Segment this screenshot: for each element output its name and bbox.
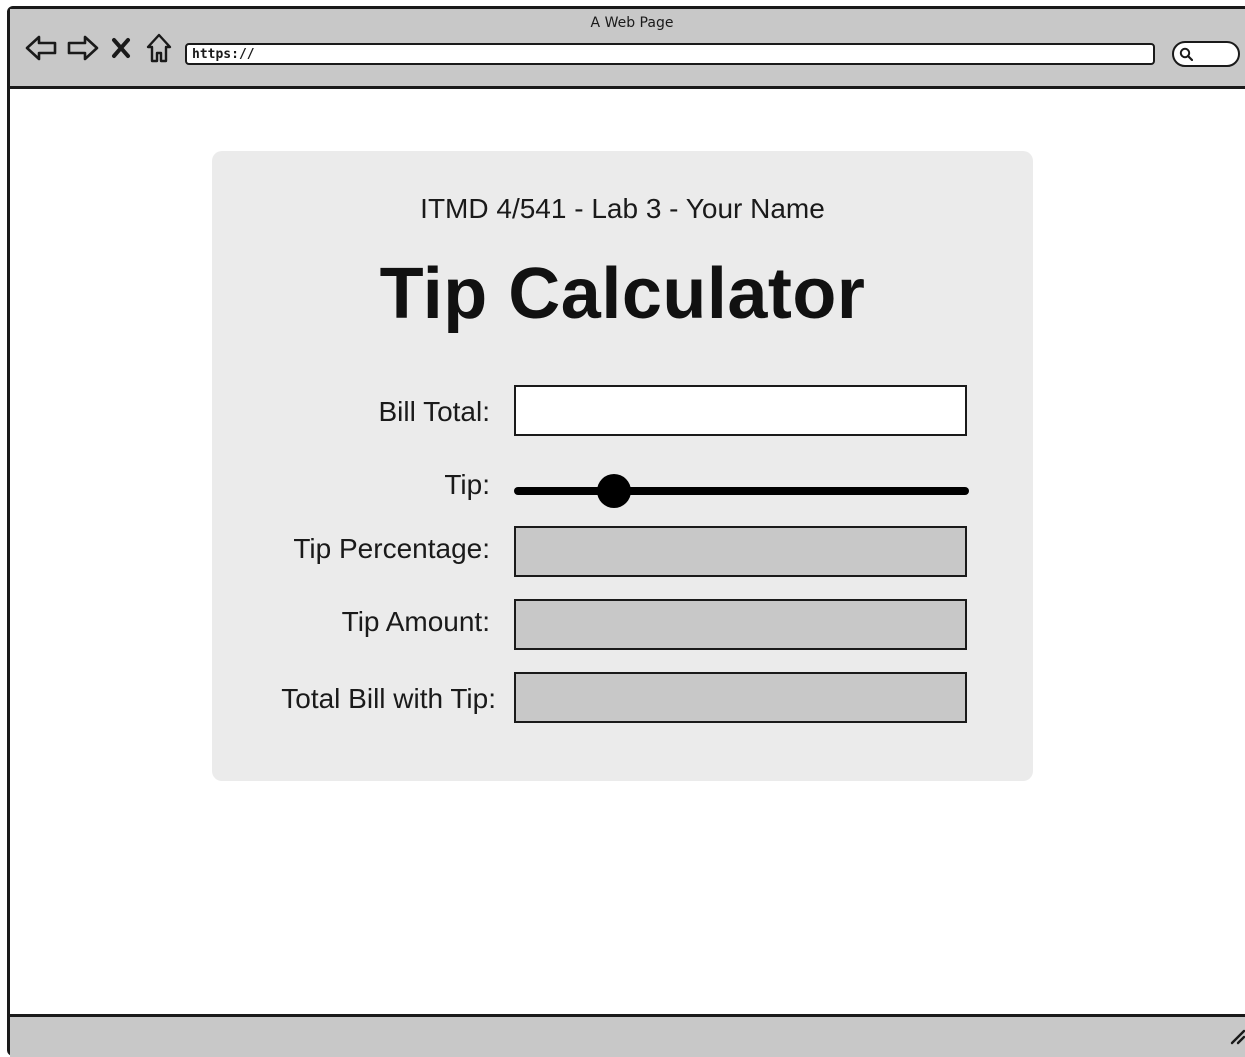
nav-buttons	[24, 31, 176, 65]
url-input[interactable]	[185, 43, 1155, 65]
tip-slider-thumb[interactable]	[597, 474, 632, 508]
tip-label: Tip:	[444, 469, 490, 500]
tip-slider-track	[514, 487, 969, 495]
tip-amount-output	[514, 599, 967, 650]
tip-slider[interactable]	[514, 474, 969, 508]
window-title: A Web Page	[590, 15, 674, 31]
tip-percentage-output	[514, 526, 967, 577]
browser-window: A Web Page https:// ITMD 4/541 - Lab 3 -…	[7, 6, 1245, 1057]
total-with-tip-label: Total Bill with Tip:	[281, 683, 496, 714]
browser-search-button[interactable]	[1172, 41, 1240, 67]
calculator-card: ITMD 4/541 - Lab 3 - Your Name Tip Calcu…	[212, 151, 1033, 781]
search-icon	[1179, 47, 1193, 61]
bill-total-input[interactable]	[514, 385, 967, 436]
home-icon[interactable]	[142, 31, 176, 65]
browser-toolbar: A Web Page	[10, 9, 1245, 89]
forward-arrow-icon[interactable]	[66, 31, 100, 65]
tip-percentage-label: Tip Percentage:	[293, 533, 490, 564]
bill-total-label: Bill Total:	[378, 396, 490, 427]
tip-amount-label: Tip Amount:	[341, 606, 490, 637]
total-with-tip-output	[514, 672, 967, 723]
status-bar	[10, 1014, 1245, 1057]
close-icon[interactable]	[108, 31, 134, 65]
page-subtitle: ITMD 4/541 - Lab 3 - Your Name	[420, 193, 825, 224]
resize-grip-icon[interactable]	[1228, 1027, 1245, 1050]
page-title: Tip Calculator	[379, 254, 866, 334]
back-arrow-icon[interactable]	[24, 31, 58, 65]
